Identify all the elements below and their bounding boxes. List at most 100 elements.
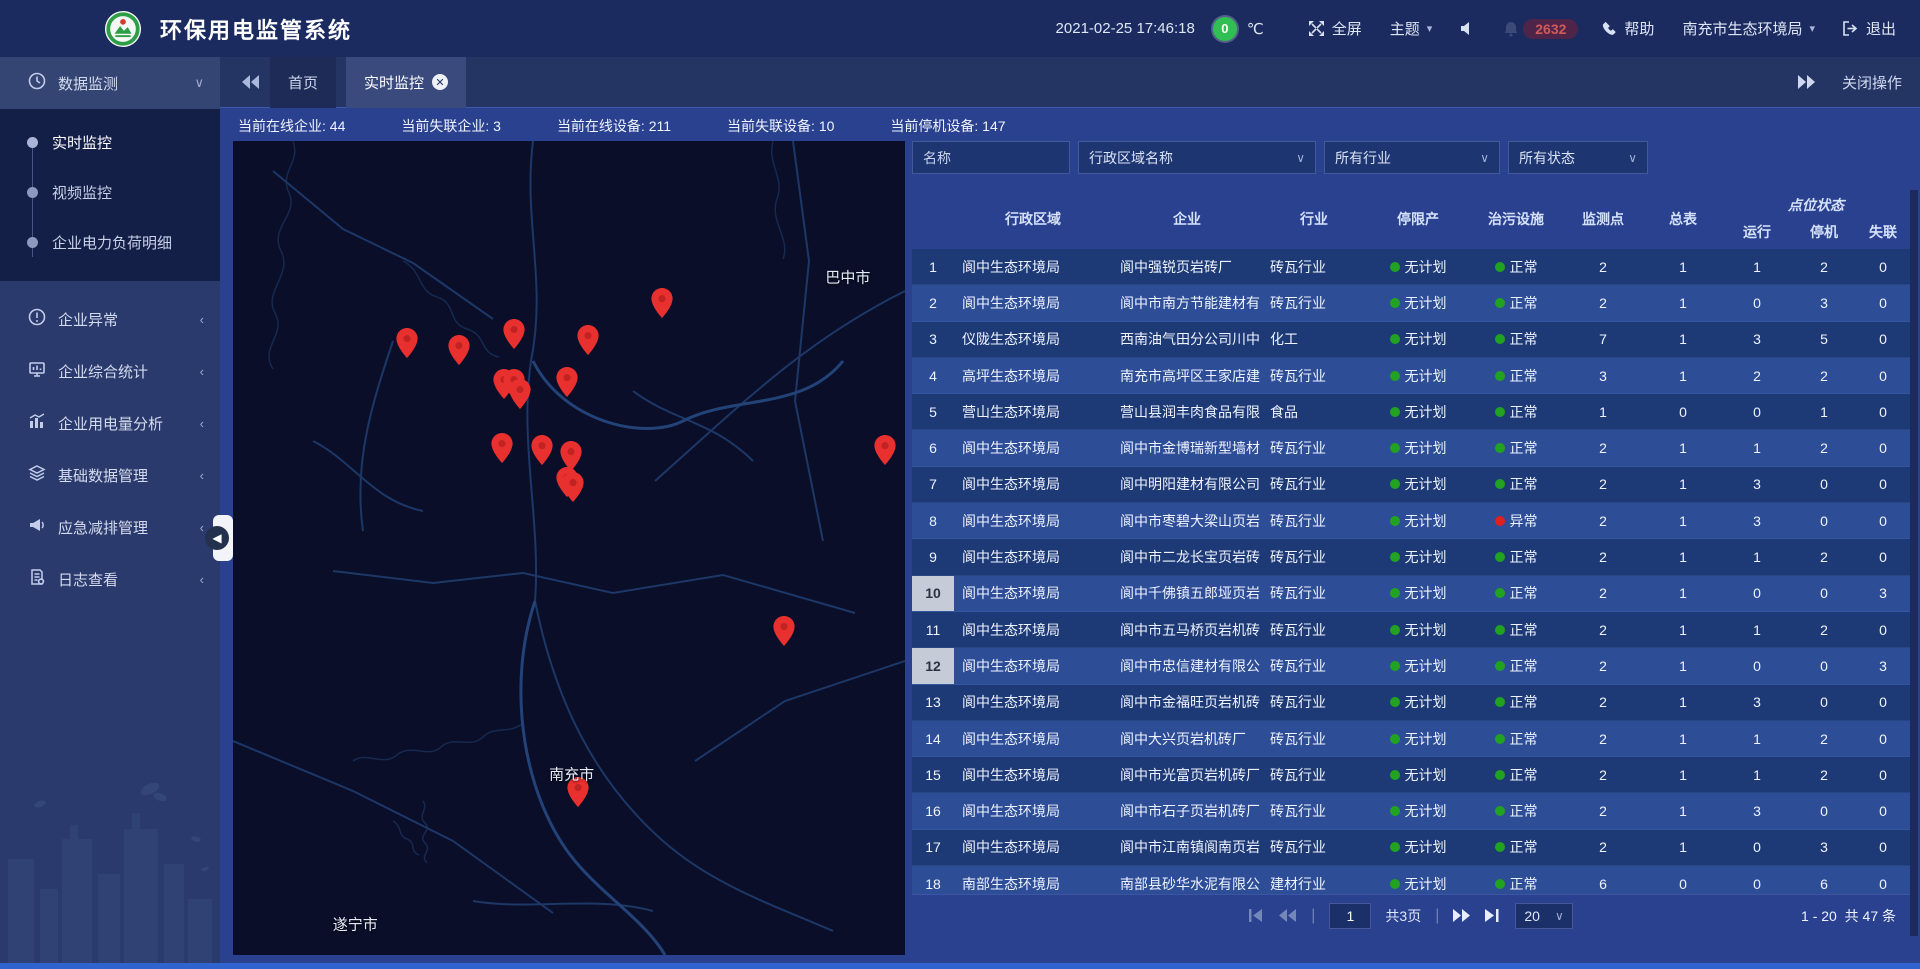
table-row[interactable]: 8阆中生态环境局阆中市枣碧大梁山页岩砖瓦行业无计划异常21300 bbox=[912, 503, 1910, 539]
row-index: 13 bbox=[912, 685, 954, 720]
tab-home[interactable]: 首页 bbox=[270, 57, 336, 108]
map-pin-icon[interactable] bbox=[874, 435, 896, 465]
table-row[interactable]: 17阆中生态环境局阆中市江南镇阆南页岩砖瓦行业无计划正常21030 bbox=[912, 830, 1910, 866]
next-page-button[interactable] bbox=[1453, 909, 1471, 922]
cell-stopped-count: 2 bbox=[1792, 757, 1856, 792]
sidebar-item-power-analysis[interactable]: 企业用电量分析 ‹ bbox=[0, 397, 220, 449]
cell-company: 营山县润丰肉食品有限 bbox=[1112, 394, 1262, 429]
cell-lost-count: 0 bbox=[1856, 394, 1910, 429]
table-row[interactable]: 1阆中生态环境局阆中强锐页岩砖厂砖瓦行业无计划正常21120 bbox=[912, 249, 1910, 285]
cell-lost-count: 0 bbox=[1856, 685, 1910, 720]
cell-monitor-points: 2 bbox=[1562, 503, 1644, 538]
cell-total-meters: 1 bbox=[1644, 793, 1722, 828]
table-row[interactable]: 18南部生态环境局南部县砂华水泥有限公建材行业无计划正常60060 bbox=[912, 866, 1910, 894]
table-row[interactable]: 15阆中生态环境局阆中市光富页岩机砖厂砖瓦行业无计划正常21120 bbox=[912, 757, 1910, 793]
row-index: 12 bbox=[912, 648, 954, 683]
sidebar-item-emergency-reduction[interactable]: 应急减排管理 ‹ bbox=[0, 501, 220, 553]
sidebar-item-video-monitoring[interactable]: 视频监控 bbox=[0, 167, 220, 217]
cell-monitor-points: 1 bbox=[1562, 394, 1644, 429]
status-filter-select[interactable]: 所有状态 ∨ bbox=[1508, 141, 1648, 174]
previous-page-button[interactable] bbox=[1279, 909, 1297, 922]
page-number-input[interactable] bbox=[1329, 903, 1371, 929]
region-filter-select[interactable]: 行政区域名称 ∨ bbox=[1078, 141, 1316, 174]
status-dot-icon bbox=[1495, 262, 1505, 272]
org-dropdown[interactable]: 南充市生态环境局 ▾ bbox=[1682, 18, 1815, 39]
cell-industry: 砖瓦行业 bbox=[1262, 285, 1366, 320]
status-dot-icon bbox=[1390, 842, 1400, 852]
status-dot-icon bbox=[1390, 806, 1400, 816]
cell-total-meters: 1 bbox=[1644, 685, 1722, 720]
map-pin-icon[interactable] bbox=[503, 319, 525, 349]
cell-running-count: 0 bbox=[1722, 576, 1792, 611]
cell-company: 阆中明阳建材有限公司 bbox=[1112, 467, 1262, 502]
help-button[interactable]: 帮助 bbox=[1602, 18, 1654, 39]
status-dot-icon bbox=[1390, 371, 1400, 381]
cell-stopped-count: 5 bbox=[1792, 322, 1856, 357]
last-page-button[interactable] bbox=[1485, 909, 1501, 922]
tabs-scroll-right-icon[interactable] bbox=[1798, 75, 1816, 89]
map-pin-icon[interactable] bbox=[562, 472, 584, 502]
map-pin-icon[interactable] bbox=[773, 616, 795, 646]
table-row[interactable]: 7阆中生态环境局阆中明阳建材有限公司砖瓦行业无计划正常21300 bbox=[912, 467, 1910, 503]
cell-facility-status: 正常 bbox=[1470, 539, 1562, 574]
map-panel[interactable]: 巴中市南充市遂宁市 bbox=[233, 141, 905, 955]
sidebar-item-enterprise-statistics[interactable]: 企业综合统计 ‹ bbox=[0, 345, 220, 397]
table-row[interactable]: 13阆中生态环境局阆中市金福旺页岩机砖砖瓦行业无计划正常21300 bbox=[912, 685, 1910, 721]
map-pin-icon[interactable] bbox=[396, 328, 418, 358]
page-size-select[interactable]: 20 ∨ bbox=[1515, 903, 1572, 929]
cell-industry: 化工 bbox=[1262, 322, 1366, 357]
map-pin-icon[interactable] bbox=[531, 435, 553, 465]
industry-filter-select[interactable]: 所有行业 ∨ bbox=[1324, 141, 1500, 174]
sidebar-item-realtime-monitoring[interactable]: 实时监控 bbox=[0, 117, 220, 167]
first-page-button[interactable] bbox=[1249, 909, 1265, 922]
cell-company: 阆中市南方节能建材有 bbox=[1112, 285, 1262, 320]
table-row[interactable]: 11阆中生态环境局阆中市五马桥页岩机砖砖瓦行业无计划正常21120 bbox=[912, 612, 1910, 648]
table-row[interactable]: 12阆中生态环境局阆中市忠信建材有限公砖瓦行业无计划正常21003 bbox=[912, 648, 1910, 684]
sidebar-item-enterprise-abnormal[interactable]: 企业异常 ‹ bbox=[0, 293, 220, 345]
map-pin-icon[interactable] bbox=[556, 367, 578, 397]
map-pin-icon[interactable] bbox=[577, 325, 599, 355]
close-icon[interactable]: ✕ bbox=[432, 74, 448, 90]
sidebar-item-data-monitoring[interactable]: 数据监测 ∨ bbox=[0, 57, 220, 109]
table-row[interactable]: 5营山生态环境局营山县润丰肉食品有限食品无计划正常10010 bbox=[912, 394, 1910, 430]
cell-region: 阆中生态环境局 bbox=[954, 430, 1112, 465]
name-filter-input[interactable] bbox=[912, 141, 1070, 174]
table-row[interactable]: 16阆中生态环境局阆中市石子页岩机砖厂砖瓦行业无计划正常21300 bbox=[912, 793, 1910, 829]
notification-area[interactable]: 2632 bbox=[1503, 19, 1578, 39]
tab-realtime-monitoring[interactable]: 实时监控 ✕ bbox=[346, 57, 466, 108]
sidebar: 数据监测 ∨ 实时监控 视频监控 企业电力负荷明细 企业异常 bbox=[0, 57, 220, 969]
cell-running-count: 3 bbox=[1722, 503, 1792, 538]
status-dot-icon bbox=[1390, 516, 1400, 526]
close-operations-button[interactable]: 关闭操作 bbox=[1842, 72, 1902, 93]
table-row[interactable]: 4高坪生态环境局南充市高坪区王家店建砖瓦行业无计划正常31220 bbox=[912, 358, 1910, 394]
app-root: 环保用电监管系统 2021-02-25 17:46:18 0 ℃ 全屏 主题 ▾ bbox=[0, 0, 1920, 969]
map-pin-icon[interactable] bbox=[448, 335, 470, 365]
map-pin-icon[interactable] bbox=[651, 288, 673, 318]
cell-running-count: 3 bbox=[1722, 685, 1792, 720]
table-row[interactable]: 2阆中生态环境局阆中市南方节能建材有砖瓦行业无计划正常21030 bbox=[912, 285, 1910, 321]
row-index: 15 bbox=[912, 757, 954, 792]
sidebar-item-base-data[interactable]: 基础数据管理 ‹ bbox=[0, 449, 220, 501]
cell-region: 阆中生态环境局 bbox=[954, 793, 1112, 828]
status-dot-icon bbox=[1390, 697, 1400, 707]
map-pin-icon[interactable] bbox=[509, 379, 531, 409]
table-row[interactable]: 6阆中生态环境局阆中市金博瑞新型墙材砖瓦行业无计划正常21120 bbox=[912, 430, 1910, 466]
mute-button[interactable] bbox=[1460, 21, 1475, 36]
logout-button[interactable]: 退出 bbox=[1843, 18, 1896, 39]
theme-dropdown[interactable]: 主题 ▾ bbox=[1390, 18, 1433, 39]
map-pin-icon[interactable] bbox=[491, 433, 513, 463]
sidebar-item-power-load-detail[interactable]: 企业电力负荷明细 bbox=[0, 217, 220, 267]
map-collapse-toggle[interactable]: ◀ bbox=[213, 515, 233, 561]
table-row[interactable]: 3仪陇生态环境局西南油气田分公司川中化工无计划正常71350 bbox=[912, 322, 1910, 358]
pagination-bar: | 共3页 | 20 ∨ 1 - 20 共 47 条 bbox=[912, 894, 1910, 936]
sidebar-item-log-view[interactable]: 日志查看 ‹ bbox=[0, 553, 220, 605]
table-row[interactable]: 14阆中生态环境局阆中大兴页岩机砖厂砖瓦行业无计划正常21120 bbox=[912, 721, 1910, 757]
status-dot-icon bbox=[1390, 588, 1400, 598]
fullscreen-icon bbox=[1308, 20, 1325, 37]
scrollbar-track[interactable] bbox=[1910, 190, 1918, 936]
fullscreen-button[interactable]: 全屏 bbox=[1308, 18, 1362, 39]
table-row[interactable]: 9阆中生态环境局阆中市二龙长宝页岩砖砖瓦行业无计划正常21120 bbox=[912, 539, 1910, 575]
tabs-scroll-left-icon[interactable] bbox=[242, 75, 260, 89]
status-dot-icon bbox=[1495, 842, 1505, 852]
table-row[interactable]: 10阆中生态环境局阆中千佛镇五郎垭页岩砖瓦行业无计划正常21003 bbox=[912, 576, 1910, 612]
